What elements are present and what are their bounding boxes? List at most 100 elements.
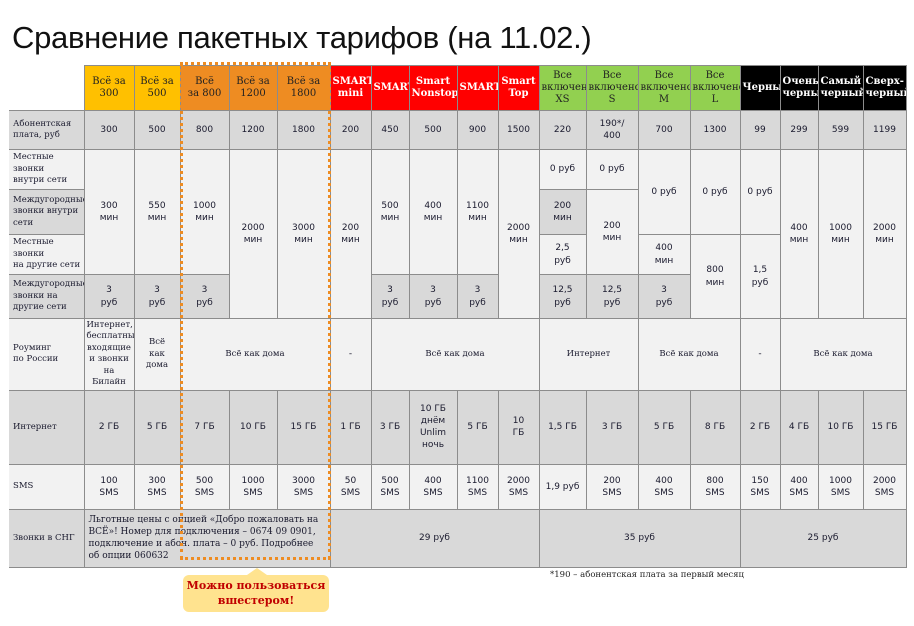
tariff-header: Всё за 300	[83, 65, 135, 111]
footnote: *190 – абонентская плата за первый месяц	[550, 570, 744, 580]
table-cell: 400 SMS	[637, 463, 691, 510]
table-cell: 2 ГБ	[739, 389, 781, 465]
table-row: Роуминг по РоссииИнтернет, бесплатные вх…	[9, 318, 907, 391]
table-cell: 1300	[689, 110, 741, 150]
table-cell: -	[739, 318, 781, 391]
table-cell: 400 SMS	[779, 463, 819, 510]
table-cell: 99	[739, 110, 781, 150]
table-cell: Льготные цены с опцией «Добро пожаловать…	[83, 508, 331, 568]
table-row: Абонентская плата, руб 300 500 800 1200 1800 2…	[9, 110, 907, 150]
row-label: Междугородные звонки внутри сети	[9, 189, 85, 235]
table-cell: 190*/ 400	[585, 110, 639, 150]
tariff-comparison-table: Всё за 300 Всё за 500 Всё за 800 Всё за 120…	[9, 65, 907, 568]
table-cell: 599	[817, 110, 864, 150]
tariff-header: Всё за 1200	[228, 65, 278, 111]
row-label: Интернет	[9, 389, 85, 465]
table-cell: Всё как дома	[133, 318, 181, 391]
tariff-header: SMART	[370, 65, 410, 111]
table-cell: 12,5 руб	[538, 274, 587, 319]
tariff-header: Все включено L	[689, 65, 741, 111]
table-cell: 10 ГБ	[497, 389, 540, 465]
header-row: Всё за 300 Всё за 500 Всё за 800 Всё за 120…	[9, 65, 907, 111]
table-cell: 1500	[497, 110, 540, 150]
table-cell: 0 руб	[689, 149, 741, 235]
table-cell: 500	[408, 110, 458, 150]
callout-bubble: Можно пользоваться вшестером!	[183, 568, 329, 612]
table-cell: 5 ГБ	[456, 389, 499, 465]
table-row: Интернет 2 ГБ 5 ГБ 7 ГБ 10 ГБ 15 ГБ 1 ГБ 3 ГБ 10…	[9, 389, 907, 465]
table-cell: 50 SMS	[329, 463, 372, 510]
table-cell: 10 ГБ	[817, 389, 864, 465]
table-cell: 299	[779, 110, 819, 150]
table-cell: Всё как дома	[779, 318, 907, 391]
row-label: SMS	[9, 463, 85, 510]
table-row: SMS 100 SMS 300 SMS 500 SMS 1000 SMS 3000 SMS…	[9, 463, 907, 510]
table-cell: 3 руб	[637, 274, 691, 319]
table-cell: Интернет, бесплатные входящие и звонки н…	[83, 318, 135, 391]
table-cell: 400 SMS	[408, 463, 458, 510]
table-cell: 1000 SMS	[817, 463, 864, 510]
table-cell: 300 мин	[83, 149, 135, 275]
tariff-header: Всё за 800	[179, 65, 230, 111]
table-cell: 15 ГБ	[276, 389, 331, 465]
table-cell: 29 руб	[329, 508, 540, 568]
table-cell: 2000 SMS	[497, 463, 540, 510]
table-cell: 8 ГБ	[689, 389, 741, 465]
tariff-header: Все включено S	[585, 65, 639, 111]
table-cell: 1000 мин	[179, 149, 230, 275]
table-row: Местные звонки внутри сети 300 мин 550 мин…	[9, 149, 907, 319]
table-cell: 900	[456, 110, 499, 150]
table-cell: 150 SMS	[739, 463, 781, 510]
tariff-header: Smart Nonstop	[408, 65, 458, 111]
table-cell: 100 SMS	[83, 463, 135, 510]
table-cell: 1199	[862, 110, 907, 150]
table-cell: 0 руб	[739, 149, 781, 235]
table-cell: 1,5 руб	[739, 234, 781, 319]
tariff-header: Самый черный	[817, 65, 864, 111]
table-cell: -	[329, 318, 372, 391]
table-cell: 1 ГБ	[329, 389, 372, 465]
table-cell: 800 SMS	[689, 463, 741, 510]
table-cell: 500 SMS	[370, 463, 410, 510]
tariff-header: Все включено M	[637, 65, 691, 111]
table-cell: 1800	[276, 110, 331, 150]
table-cell: 1100 SMS	[456, 463, 499, 510]
table-cell: 2 ГБ	[83, 389, 135, 465]
table-cell: 800	[179, 110, 230, 150]
table-cell: 220	[538, 110, 587, 150]
table-cell: 0 руб	[585, 149, 639, 190]
table-cell: 35 руб	[538, 508, 741, 568]
row-label: Местные звонки внутри сети	[9, 149, 85, 190]
table-cell: 500 мин	[370, 149, 410, 275]
table-cell: Всё как дома	[370, 318, 540, 391]
header-corner	[9, 65, 84, 111]
table-cell: 2000 SMS	[862, 463, 907, 510]
table-cell: 3 руб	[179, 274, 230, 319]
table-cell: 3 ГБ	[370, 389, 410, 465]
table-cell: 10 ГБ	[228, 389, 278, 465]
table-cell: 200 SMS	[585, 463, 639, 510]
tariff-header: Smart Top	[497, 65, 540, 111]
table-cell: 2,5 руб	[538, 234, 587, 275]
table-cell: 500	[133, 110, 181, 150]
table-cell: 200	[329, 110, 372, 150]
table-cell: 1000 SMS	[228, 463, 278, 510]
table-cell: Интернет	[538, 318, 639, 391]
table-cell: 5 ГБ	[133, 389, 181, 465]
table-cell: 200 мин	[585, 189, 639, 275]
table-cell: Всё как дома	[637, 318, 741, 391]
tariff-header: Всё за 1800	[276, 65, 331, 111]
table-cell: 1200	[228, 110, 278, 150]
table-cell: 500 SMS	[179, 463, 230, 510]
table-cell: 3 руб	[456, 274, 499, 319]
table-cell: 3 руб	[83, 274, 135, 319]
table-cell: 550 мин	[133, 149, 181, 275]
table-cell: 800 мин	[689, 234, 741, 319]
table-cell: 12,5 руб	[585, 274, 639, 319]
table-cell: 3 руб	[370, 274, 410, 319]
table-cell: Всё как дома	[179, 318, 331, 391]
row-label: Роуминг по России	[9, 318, 85, 391]
tariff-header: SMART mini	[329, 65, 372, 111]
table-cell: 300 SMS	[133, 463, 181, 510]
page-title: Сравнение пакетных тарифов (на 11.02.)	[12, 20, 592, 55]
